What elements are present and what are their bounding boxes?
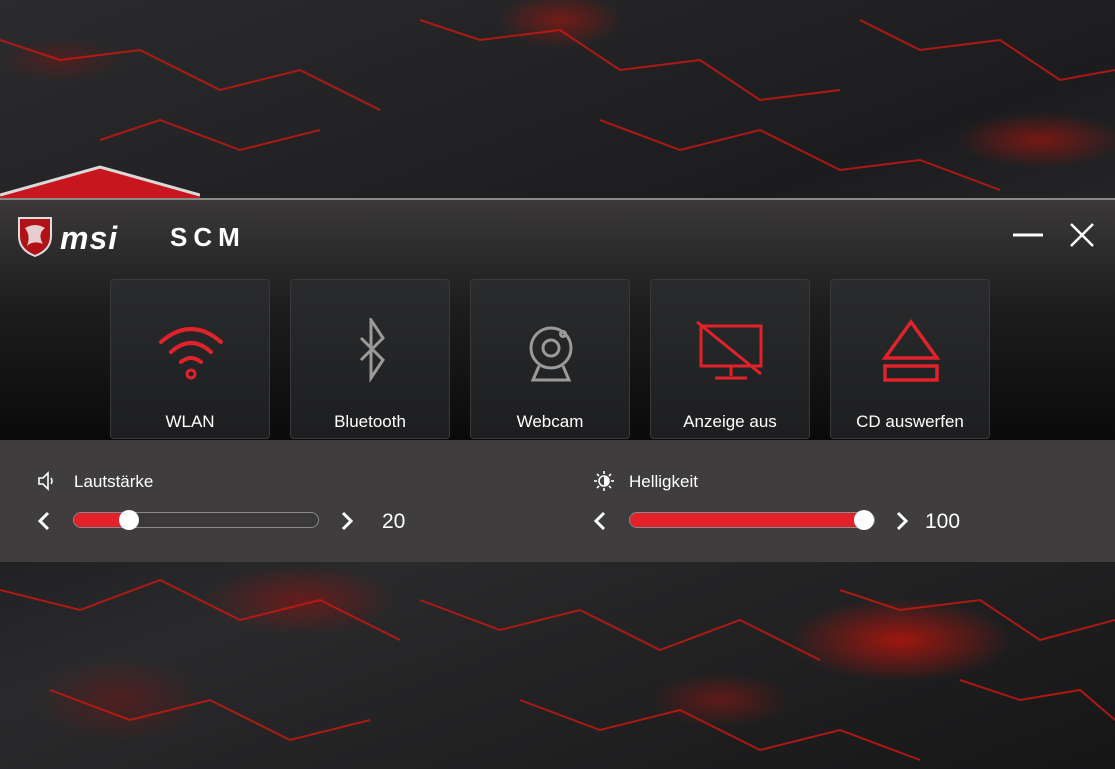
bluetooth-toggle-button[interactable]: Bluetooth <box>290 279 450 439</box>
tile-label: Bluetooth <box>334 412 406 431</box>
window-tab-decoration <box>0 165 200 201</box>
brightness-decrease-chevron-left-icon[interactable] <box>590 510 610 532</box>
wifi-icon <box>159 327 223 380</box>
speaker-icon <box>38 471 53 491</box>
tile-label: Anzeige aus <box>683 412 777 431</box>
display-off-toggle-button[interactable]: Anzeige aus <box>650 279 810 439</box>
webcam-icon <box>529 326 573 382</box>
tile-label: Webcam <box>516 412 584 431</box>
wlan-toggle-button[interactable]: WLAN <box>110 279 270 439</box>
brightness-slider[interactable] <box>629 509 875 530</box>
brightness-slider-fill <box>630 513 874 527</box>
sliders-panel: Lautstärke 20 Helligkeit 100 <box>0 440 1115 562</box>
brightness-label: Helligkeit <box>629 472 698 491</box>
tile-label: WLAN <box>165 412 215 431</box>
scm-logo-text: SCM <box>170 222 246 252</box>
volume-label: Lautstärke <box>74 472 154 491</box>
display-off-icon <box>696 320 763 380</box>
minimize-icon[interactable] <box>1013 220 1043 250</box>
brightness-increase-chevron-right-icon[interactable] <box>892 510 912 532</box>
volume-increase-chevron-right-icon[interactable] <box>337 510 357 532</box>
volume-slider[interactable] <box>73 509 319 530</box>
scm-window: msi SCM WLAN Bluetooth Webcam Anzeige au… <box>0 198 1115 562</box>
volume-decrease-chevron-left-icon[interactable] <box>34 510 54 532</box>
brightness-value: 100 <box>925 510 961 533</box>
cd-eject-button[interactable]: CD auswerfen <box>830 279 990 439</box>
webcam-toggle-button[interactable]: Webcam <box>470 279 630 439</box>
volume-slider-thumb[interactable] <box>118 509 139 530</box>
eject-icon <box>881 319 941 382</box>
brightness-slider-thumb[interactable] <box>854 509 874 530</box>
close-icon[interactable] <box>1067 220 1097 250</box>
volume-value: 20 <box>382 510 406 533</box>
title-bar: msi SCM WLAN Bluetooth Webcam Anzeige au… <box>0 200 1115 440</box>
bluetooth-icon <box>359 318 385 383</box>
msi-logo-text: msi <box>60 220 119 256</box>
tile-label: CD auswerfen <box>856 412 964 431</box>
msi-dragon-shield-icon <box>18 217 52 258</box>
brightness-icon <box>594 471 614 491</box>
